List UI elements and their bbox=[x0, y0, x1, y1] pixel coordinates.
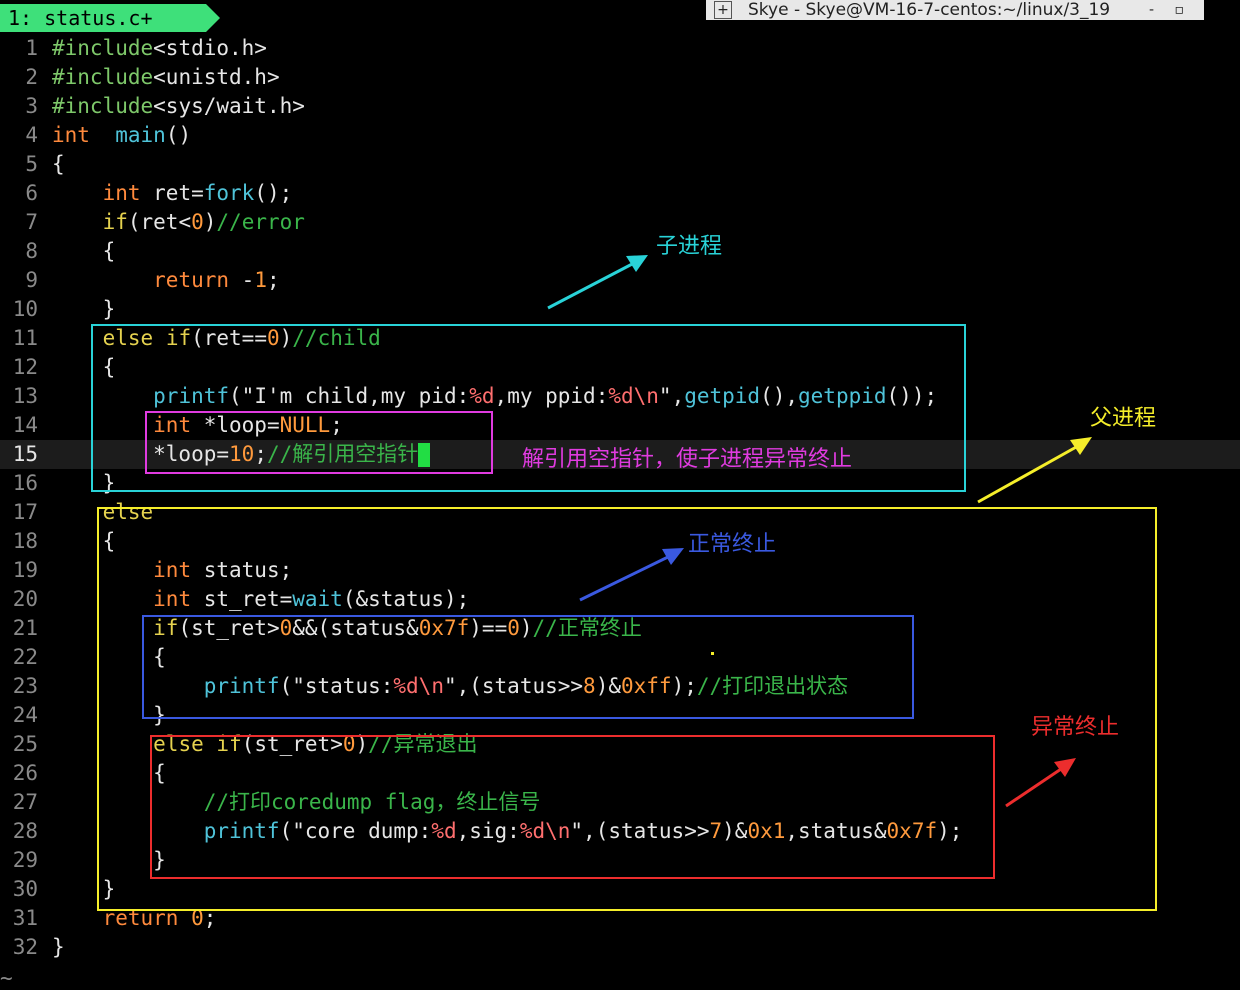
abnormal-arrow-head bbox=[1054, 758, 1076, 777]
child-arrow-head bbox=[626, 255, 648, 272]
normal-arrow bbox=[579, 554, 671, 602]
annotation-arrows bbox=[547, 255, 1092, 808]
abnormal-arrow bbox=[1005, 765, 1065, 808]
stray-dot bbox=[711, 652, 714, 655]
child-arrow bbox=[547, 260, 637, 310]
parent-arrow-head bbox=[1070, 437, 1092, 455]
normal-arrow-head bbox=[662, 548, 684, 565]
parent-arrow bbox=[977, 444, 1079, 504]
